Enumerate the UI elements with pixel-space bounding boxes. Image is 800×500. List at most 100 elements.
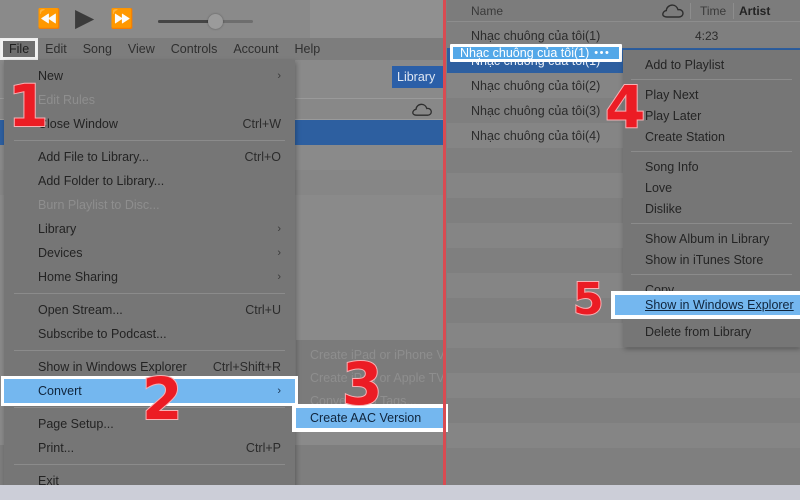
menu-separator [14, 464, 285, 465]
menu-item-open-stream[interactable]: Open Stream... Ctrl+U [4, 298, 295, 322]
chevron-right-icon: › [277, 223, 281, 235]
menu-item-library[interactable]: Library › [4, 217, 295, 241]
context-item-label: Create Station [645, 129, 725, 144]
menu-item-accel: Ctrl+Shift+R [212, 360, 281, 374]
menu-item-label: Burn Playlist to Disc... [38, 198, 160, 212]
menu-item-accel: Ctrl+P [245, 441, 281, 455]
menu-item-burn-playlist-to-disc: Burn Playlist to Disc... [4, 193, 295, 217]
more-dots-icon[interactable]: ••• [594, 47, 610, 59]
menu-item-label: Add File to Library... [38, 150, 149, 164]
annotation-step-4: 4 [604, 73, 646, 141]
menu-bar: File Edit Song View Controls Account Hel… [0, 38, 444, 60]
column-separator[interactable] [690, 3, 691, 19]
context-item-delete-from-library[interactable]: Delete from Library [623, 321, 800, 342]
track-time: 4:23 [695, 28, 719, 43]
track-name: Nhạc chuông của tôi(1) [471, 28, 601, 43]
column-header-time[interactable]: Time [700, 4, 726, 18]
volume-slider[interactable] [158, 20, 253, 23]
menu-item-subscribe-to-podcast[interactable]: Subscribe to Podcast... [4, 322, 295, 346]
volume-slider-thumb[interactable] [208, 14, 223, 29]
menu-separator [631, 274, 792, 275]
context-item-label: Add to Playlist [645, 57, 725, 72]
cloud-icon[interactable] [662, 3, 684, 19]
chevron-right-icon: › [277, 247, 281, 259]
context-item-play-later[interactable]: Play Later [623, 105, 800, 126]
menu-item-print[interactable]: Print... Ctrl+P [4, 436, 295, 460]
menubar-item-help[interactable]: Help [288, 40, 328, 58]
menu-item-label: Page Setup... [38, 417, 114, 431]
menubar-item-song[interactable]: Song [76, 40, 119, 58]
context-item-label: Love [645, 180, 673, 195]
context-item-label: Play Later [645, 108, 702, 123]
menu-item-add-file-to-library[interactable]: Add File to Library... Ctrl+O [4, 145, 295, 169]
context-item-play-next[interactable]: Play Next [623, 84, 800, 105]
context-item-show-in-itunes-store[interactable]: Show in iTunes Store [623, 249, 800, 270]
chevron-right-icon: › [277, 271, 281, 283]
rewind-icon[interactable]: ⏪ [37, 10, 61, 29]
menu-item-home-sharing[interactable]: Home Sharing › [4, 265, 295, 289]
track-name: Nhạc chuông của tôi(2) [471, 78, 601, 93]
context-item-dislike[interactable]: Dislike [623, 198, 800, 219]
context-item-love[interactable]: Love [623, 177, 800, 198]
menubar-item-view[interactable]: View [121, 40, 162, 58]
context-item-label: Play Next [645, 87, 699, 102]
track-name: Nhạc chuông của tôi(3) [471, 103, 601, 118]
context-item-label: Dislike [645, 201, 682, 216]
volume-slider-fill [158, 20, 214, 23]
context-item-label: Show in Windows Explorer [645, 298, 794, 312]
menu-separator [631, 151, 792, 152]
context-item-add-to-playlist[interactable]: Add to Playlist [623, 54, 800, 75]
annotation-step-2: 2 [141, 365, 183, 433]
track-list-header: Name Time Artist [447, 0, 800, 22]
player-toolbar: ⏪ ▶ ⏩ [0, 0, 444, 38]
cloud-icon [412, 103, 432, 116]
footer-bar [0, 485, 800, 500]
empty-row [447, 373, 800, 398]
menubar-item-edit[interactable]: Edit [38, 40, 74, 58]
menu-item-label: Add Folder to Library... [38, 174, 165, 188]
menu-item-label: Open Stream... [38, 303, 123, 317]
empty-row [447, 423, 800, 448]
menu-separator [14, 140, 285, 141]
annotation-divider-line [443, 0, 446, 485]
menu-item-label: Close Window [38, 117, 118, 131]
empty-row [447, 398, 800, 423]
annotation-step-3: 3 [341, 350, 383, 418]
context-item-show-album-in-library[interactable]: Show Album in Library [623, 228, 800, 249]
toolbar-right-region [310, 0, 444, 38]
menu-item-label: Subscribe to Podcast... [38, 327, 167, 341]
track-name: Nhạc chuông của tôi(4) [471, 128, 601, 143]
menu-item-label: Print... [38, 441, 75, 455]
track-hover-label-text: Nhạc chuông của tôi(1) [460, 46, 590, 60]
empty-row [447, 348, 800, 373]
chevron-right-icon: › [277, 70, 281, 82]
context-item-label: Song Info [645, 159, 699, 174]
menu-item-label: Convert [38, 384, 82, 398]
menu-separator [631, 79, 792, 80]
menu-item-accel: Ctrl+O [244, 150, 281, 164]
chevron-right-icon: › [277, 385, 281, 397]
menubar-item-account[interactable]: Account [226, 40, 285, 58]
context-item-label: Delete from Library [645, 324, 752, 339]
play-icon[interactable]: ▶ [75, 6, 94, 31]
menu-item-accel: Ctrl+W [242, 117, 281, 131]
context-item-show-in-windows-explorer[interactable]: Show in Windows Explorer [615, 295, 800, 315]
column-separator[interactable] [733, 3, 734, 19]
column-header-artist[interactable]: Artist [739, 4, 770, 18]
menu-separator [631, 223, 792, 224]
fast-forward-icon[interactable]: ⏩ [110, 10, 134, 29]
track-hover-label[interactable]: Nhạc chuông của tôi(1) ••• [450, 44, 622, 62]
annotation-step-1: 1 [7, 72, 49, 140]
context-item-label: Show in iTunes Store [645, 252, 764, 267]
screenshot-root: ⏪ ▶ ⏩ File Edit Song View Controls Accou… [0, 0, 800, 500]
menu-separator [14, 293, 285, 294]
context-item-create-station[interactable]: Create Station [623, 126, 800, 147]
column-header-name[interactable]: Name [471, 4, 503, 18]
menubar-item-controls[interactable]: Controls [164, 40, 225, 58]
menu-item-add-folder-to-library[interactable]: Add Folder to Library... [4, 169, 295, 193]
annotation-step-5: 5 [572, 274, 605, 325]
menu-item-devices[interactable]: Devices › [4, 241, 295, 265]
library-button[interactable]: Library [392, 66, 444, 88]
context-item-song-info[interactable]: Song Info [623, 156, 800, 177]
menubar-item-file[interactable]: File [0, 39, 38, 59]
